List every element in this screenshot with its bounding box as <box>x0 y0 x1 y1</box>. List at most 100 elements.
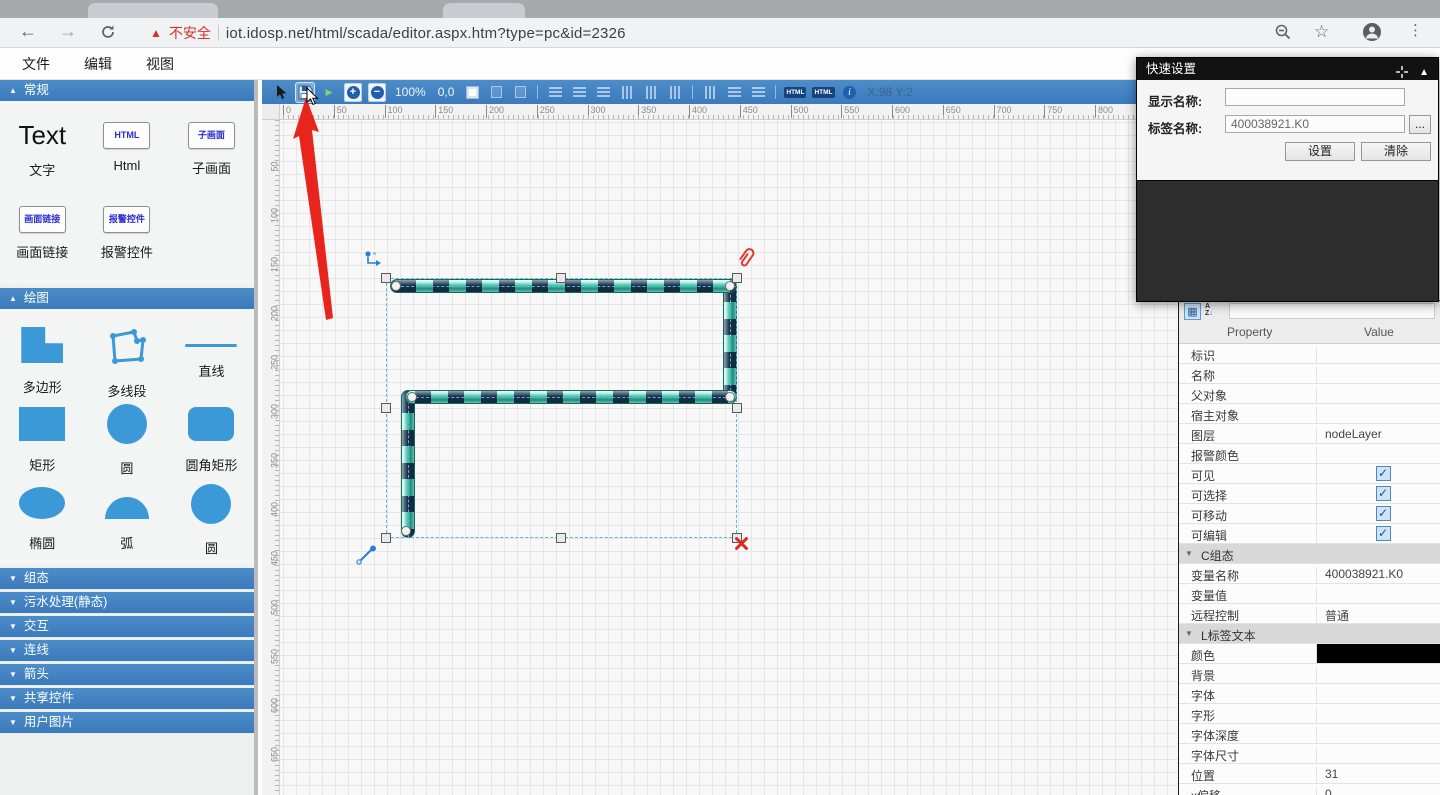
property-row-背景[interactable]: 背景 <box>1179 664 1440 684</box>
property-group-C组态[interactable]: ▼C组态 <box>1179 544 1440 564</box>
property-row-标识[interactable]: 标识 <box>1179 344 1440 364</box>
property-row-名称[interactable]: 名称 <box>1179 364 1440 384</box>
canvas-color-button[interactable] <box>463 83 481 102</box>
bookmark-star-icon[interactable]: ☆ <box>1314 22 1329 42</box>
zoom-out-button[interactable]: − <box>368 83 386 102</box>
color-swatch[interactable] <box>1316 644 1440 663</box>
palette-item-多边形[interactable]: 多边形 <box>0 315 85 395</box>
security-warning-text[interactable]: 不安全 <box>169 23 211 43</box>
forward-icon[interactable]: → <box>56 21 80 42</box>
menu-item-文件[interactable]: 文件 <box>16 52 56 76</box>
pipe-vertex-handle[interactable] <box>725 392 735 402</box>
browser-tab[interactable] <box>443 3 525 18</box>
canvas[interactable] <box>280 120 1178 795</box>
property-row-图层[interactable]: 图层nodeLayer <box>1179 424 1440 444</box>
resize-handle-e[interactable] <box>732 403 742 413</box>
palette-item-Html[interactable]: HTMLHtml <box>85 107 170 191</box>
reload-icon[interactable] <box>96 21 120 45</box>
property-row-变量值[interactable]: 变量值 <box>1179 584 1440 604</box>
property-row-字体[interactable]: 字体 <box>1179 684 1440 704</box>
run-button[interactable]: ▶ <box>320 83 338 102</box>
resize-handle-n[interactable] <box>556 273 566 283</box>
categorized-view-icon[interactable]: ▦ <box>1184 303 1201 320</box>
palette-item-椭圆[interactable]: 椭圆 <box>0 475 85 555</box>
pipe-vertex-handle[interactable] <box>391 281 401 291</box>
palette-item-多线段[interactable]: 多线段 <box>85 315 170 395</box>
profile-avatar-icon[interactable] <box>1362 22 1382 47</box>
sort-az-icon[interactable]: AZ↓ <box>1205 303 1222 320</box>
palette-item-直线[interactable]: 直线 <box>169 315 254 395</box>
property-search-strip[interactable] <box>1229 303 1435 319</box>
resize-handle-s[interactable] <box>556 533 566 543</box>
property-row-宿主对象[interactable]: 宿主对象 <box>1179 404 1440 424</box>
property-row-父对象[interactable]: 父对象 <box>1179 384 1440 404</box>
section-header-污水处理(静态)[interactable]: ▼污水处理(静态) <box>0 592 254 613</box>
property-row-可选择[interactable]: 可选择✓ <box>1179 484 1440 504</box>
quick-settings-titlebar[interactable]: 快速设置 ▲ <box>1137 58 1438 80</box>
section-header-共享控件[interactable]: ▼共享控件 <box>0 688 254 709</box>
property-row-颜色[interactable]: 颜色 <box>1179 644 1440 664</box>
palette-item-弧[interactable]: 弧 <box>85 475 170 555</box>
clear-button[interactable]: 清除 <box>1361 142 1431 161</box>
checkbox-checked-icon[interactable]: ✓ <box>1376 506 1391 521</box>
property-row-x偏移[interactable]: x偏移0 <box>1179 784 1440 795</box>
tag-name-input[interactable]: 400038921.K0 <box>1225 115 1405 133</box>
property-label: 报警颜色 <box>1191 447 1239 464</box>
menu-item-编辑[interactable]: 编辑 <box>78 52 118 76</box>
browser-menu-icon[interactable]: ⋮ <box>1408 21 1423 39</box>
tag-browse-button[interactable]: ... <box>1409 115 1431 134</box>
property-row-位置[interactable]: 位置31 <box>1179 764 1440 784</box>
property-row-字形[interactable]: 字形 <box>1179 704 1440 724</box>
pipe-vertex-handle[interactable] <box>407 392 417 402</box>
palette-item-报警控件[interactable]: 报警控件报警控件 <box>85 191 170 275</box>
section-header-交互[interactable]: ▼交互 <box>0 616 254 637</box>
property-row-字体深度[interactable]: 字体深度 <box>1179 724 1440 744</box>
pipe-vertex-handle[interactable] <box>401 526 411 536</box>
palette-item-子画面[interactable]: 子画面子画面 <box>169 107 254 191</box>
palette-item-圆[interactable]: 圆 <box>85 395 170 475</box>
zoom-page-icon[interactable] <box>1274 23 1292 46</box>
property-row-报警颜色[interactable]: 报警颜色 <box>1179 444 1440 464</box>
property-group-L标签文本[interactable]: ▼L标签文本 <box>1179 624 1440 644</box>
property-row-可见[interactable]: 可见✓ <box>1179 464 1440 484</box>
address-bar[interactable]: ▲ 不安全 iot.idosp.net/html/scada/editor.as… <box>150 22 626 44</box>
menu-item-视图[interactable]: 视图 <box>140 52 180 76</box>
paperclip-icon[interactable] <box>735 246 757 275</box>
property-row-变量名称[interactable]: 变量名称400038921.K0 <box>1179 564 1440 584</box>
delete-x-icon[interactable] <box>733 535 750 552</box>
set-button[interactable]: 设置 <box>1285 142 1355 161</box>
url-text[interactable]: iot.idosp.net/html/scada/editor.aspx.htm… <box>226 25 626 42</box>
resize-handle-w[interactable] <box>381 403 391 413</box>
checkbox-checked-icon[interactable]: ✓ <box>1376 466 1391 481</box>
section-header-常规[interactable]: ▲常规 <box>0 80 254 101</box>
browser-tab[interactable] <box>88 3 218 18</box>
html-preview-button[interactable]: HTML <box>812 83 834 102</box>
palette-item-矩形[interactable]: 矩形 <box>0 395 85 475</box>
section-header-连线[interactable]: ▼连线 <box>0 640 254 661</box>
html-export-button[interactable]: HTML <box>784 83 806 102</box>
property-row-可移动[interactable]: 可移动✓ <box>1179 504 1440 524</box>
palette-item-圆[interactable]: 圆 <box>169 475 254 555</box>
save-button[interactable] <box>296 83 314 102</box>
select-tool-button[interactable] <box>272 83 290 102</box>
palette-item-画面链接[interactable]: 画面链接画面链接 <box>0 191 85 275</box>
section-header-组态[interactable]: ▼组态 <box>0 568 254 589</box>
property-row-远程控制[interactable]: 远程控制普通 <box>1179 604 1440 624</box>
polyline-start-icon[interactable] <box>364 250 386 277</box>
section-header-绘图[interactable]: ▲绘图 <box>0 288 254 309</box>
palette-item-圆角矩形[interactable]: 圆角矩形 <box>169 395 254 475</box>
property-row-可编辑[interactable]: 可编辑✓ <box>1179 524 1440 544</box>
resize-handle-sw[interactable] <box>381 533 391 543</box>
zoom-in-button[interactable]: + <box>344 83 362 102</box>
property-row-字体尺寸[interactable]: 字体尺寸 <box>1179 744 1440 764</box>
display-name-input[interactable] <box>1225 88 1405 106</box>
back-icon[interactable]: ← <box>16 21 40 42</box>
section-header-箭头[interactable]: ▼箭头 <box>0 664 254 685</box>
info-button[interactable]: i <box>841 83 859 102</box>
palette-item-文字[interactable]: Text文字 <box>0 107 85 191</box>
security-warning-icon[interactable]: ▲ <box>150 26 162 40</box>
section-header-用户图片[interactable]: ▼用户图片 <box>0 712 254 733</box>
checkbox-checked-icon[interactable]: ✓ <box>1376 486 1391 501</box>
checkbox-checked-icon[interactable]: ✓ <box>1376 526 1391 541</box>
line-end-icon[interactable] <box>356 544 378 571</box>
